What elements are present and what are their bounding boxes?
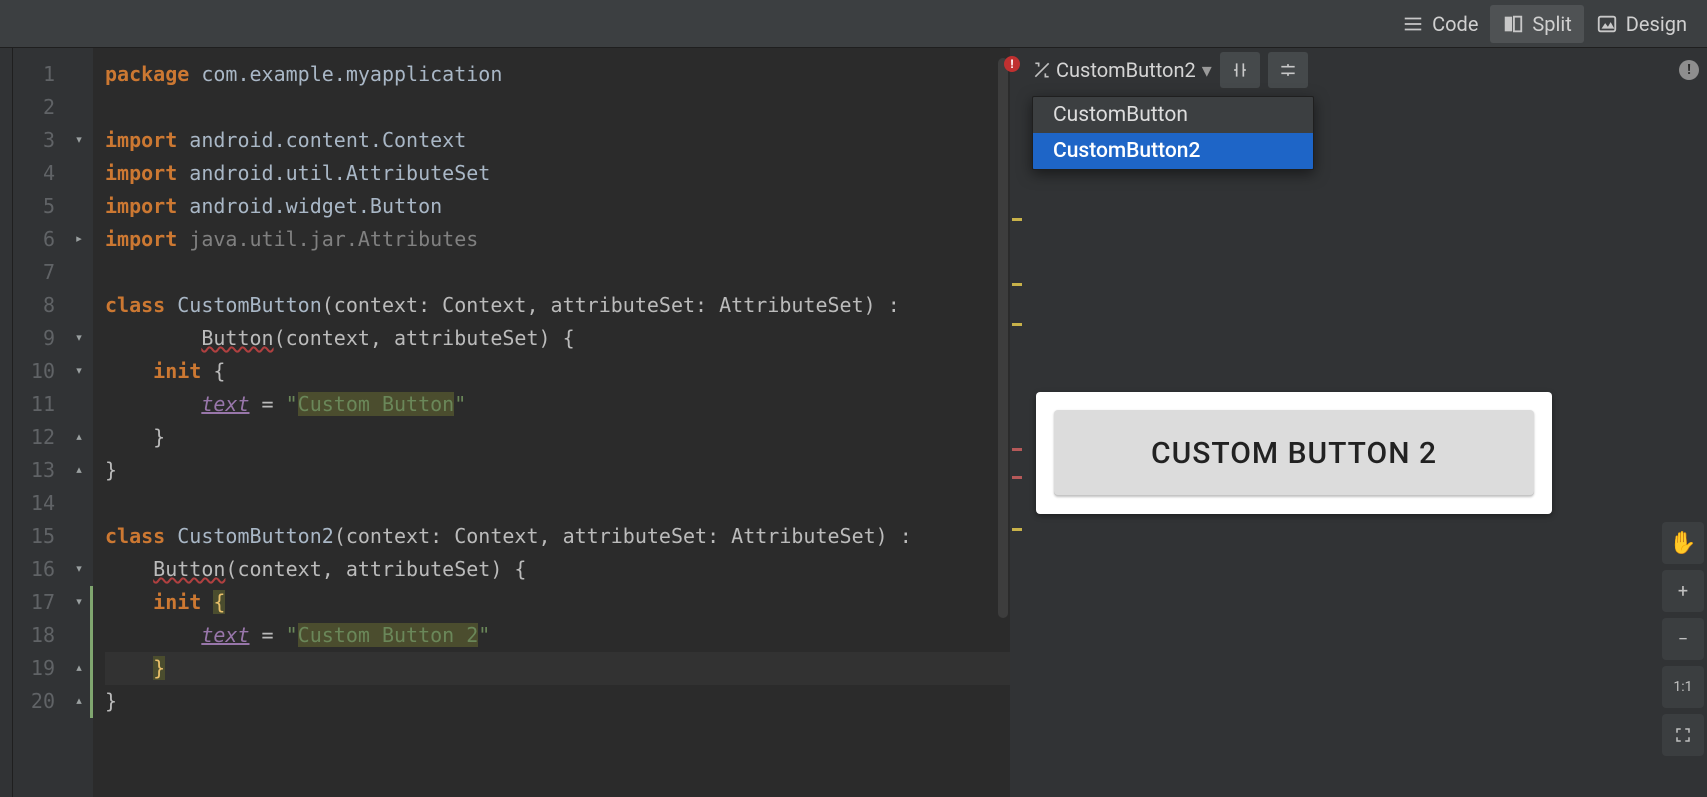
chevron-down-icon: ▾	[1202, 58, 1212, 82]
sig: (context: Context, attributeSet: Attribu…	[334, 524, 912, 548]
one-to-one-icon: 1:1	[1673, 679, 1692, 695]
class-name-1: CustomButton	[177, 293, 322, 317]
package-name: com.example.myapplication	[201, 62, 502, 86]
super-call: (context, attributeSet) {	[274, 326, 575, 350]
quote: "	[286, 392, 298, 416]
fit-screen-icon	[1674, 726, 1692, 744]
editor-scrollbar[interactable]	[998, 58, 1008, 618]
import-4-unused: java.util.jar.Attributes	[189, 227, 478, 251]
fold-icon[interactable]: ▴	[76, 420, 82, 453]
import-1: android.content.Context	[189, 128, 466, 152]
code-area[interactable]: package com.example.myapplication import…	[93, 48, 1024, 797]
error-marker[interactable]	[1012, 476, 1022, 479]
design-image-icon	[1596, 13, 1618, 35]
rendered-component-card: CUSTOM BUTTON 2	[1036, 392, 1552, 514]
tab-split[interactable]: Split	[1490, 5, 1583, 43]
eq: =	[250, 392, 286, 416]
design-surface-icon	[1032, 60, 1052, 80]
hand-icon: ✋	[1669, 531, 1696, 556]
error-indicator-icon[interactable]: !	[1004, 56, 1020, 72]
kw-import: import	[105, 227, 177, 251]
zoom-fit-button[interactable]	[1662, 714, 1704, 756]
warning-marker[interactable]	[1012, 218, 1022, 221]
fold-gutter[interactable]: ▾ ▸ ▾ ▾ ▴ ▴ ▾ ▾ ▴ ▴	[65, 48, 93, 797]
fold-icon[interactable]: ▾	[76, 354, 82, 387]
super-call: (context, attributeSet) {	[225, 557, 526, 581]
error-marker[interactable]	[1012, 448, 1022, 451]
tab-design[interactable]: Design	[1584, 5, 1699, 43]
view-mode-tabs: Code Split Design	[0, 0, 1707, 48]
pan-tool-button[interactable]: ✋	[1662, 522, 1704, 564]
tab-split-label: Split	[1532, 12, 1571, 36]
kw-init: init	[153, 359, 201, 383]
code-lines-icon	[1402, 13, 1424, 35]
zoom-reset-button[interactable]: 1:1	[1662, 666, 1704, 708]
zoom-in-button[interactable]: +	[1662, 570, 1704, 612]
string-2: Custom Button 2	[298, 623, 479, 647]
kw-class: class	[105, 293, 165, 317]
eq: =	[250, 623, 286, 647]
preview-toolbar: CustomButton2 ▾ !	[1024, 48, 1707, 92]
plus-icon: +	[1678, 581, 1688, 602]
fold-icon[interactable]: ▸	[76, 222, 82, 255]
rendered-button-text: CUSTOM BUTTON 2	[1151, 436, 1437, 471]
rendered-custom-button[interactable]: CUSTOM BUTTON 2	[1054, 410, 1534, 496]
orientation-portrait-button[interactable]	[1220, 52, 1260, 88]
split-view-icon	[1502, 13, 1524, 35]
super-button: Button	[201, 326, 273, 350]
warning-count-icon[interactable]: !	[1679, 60, 1699, 80]
super-button: Button	[153, 557, 225, 581]
fold-icon[interactable]: ▴	[76, 651, 82, 684]
kw-import: import	[105, 194, 177, 218]
sig: (context: Context, attributeSet: Attribu…	[322, 293, 900, 317]
kw-import: import	[105, 128, 177, 152]
quote: "	[478, 623, 490, 647]
import-2: android.util.AttributeSet	[189, 161, 490, 185]
prop-text: text	[201, 623, 249, 647]
marker-strip[interactable]: !	[1010, 48, 1024, 797]
kw-init: init	[153, 590, 201, 614]
string-1: Custom Button	[298, 392, 455, 416]
preview-canvas[interactable]: CUSTOM BUTTON 2 ✋ + − 1:1	[1024, 92, 1707, 797]
tab-code-label: Code	[1432, 12, 1478, 36]
line-number-gutter: 12345678910 11121314151617181920	[13, 48, 65, 797]
kw-class: class	[105, 524, 165, 548]
kw-import: import	[105, 161, 177, 185]
code-editor[interactable]: 12345678910 11121314151617181920 ▾ ▸ ▾ ▾…	[0, 48, 1024, 797]
fold-icon[interactable]: ▾	[76, 552, 82, 585]
warning-marker[interactable]	[1012, 323, 1022, 326]
zoom-controls: ✋ + − 1:1	[1659, 522, 1707, 756]
warning-marker[interactable]	[1012, 283, 1022, 286]
tab-design-label: Design	[1626, 12, 1687, 36]
layout-preview-panel: CustomButton2 ▾ ! CustomButton CustomBut…	[1024, 48, 1707, 797]
quote: "	[454, 392, 466, 416]
tab-code[interactable]: Code	[1390, 5, 1490, 43]
import-3: android.widget.Button	[189, 194, 442, 218]
quote: "	[286, 623, 298, 647]
zoom-out-button[interactable]: −	[1662, 618, 1704, 660]
fold-icon[interactable]: ▴	[76, 453, 82, 486]
minus-icon: −	[1678, 629, 1688, 650]
prop-text: text	[201, 392, 249, 416]
preview-target-dropdown[interactable]: CustomButton2 ▾	[1056, 58, 1212, 82]
kw-package: package	[105, 62, 189, 86]
warning-marker[interactable]	[1012, 528, 1022, 531]
fold-icon[interactable]: ▾	[76, 585, 82, 618]
breakpoint-gutter[interactable]	[0, 48, 13, 797]
preview-target-label: CustomButton2	[1056, 58, 1196, 82]
orientation-landscape-button[interactable]	[1268, 52, 1308, 88]
fold-icon[interactable]: ▴	[76, 684, 82, 717]
fold-icon[interactable]: ▾	[76, 123, 82, 156]
fold-icon[interactable]: ▾	[76, 321, 82, 354]
class-name-2: CustomButton2	[177, 524, 334, 548]
